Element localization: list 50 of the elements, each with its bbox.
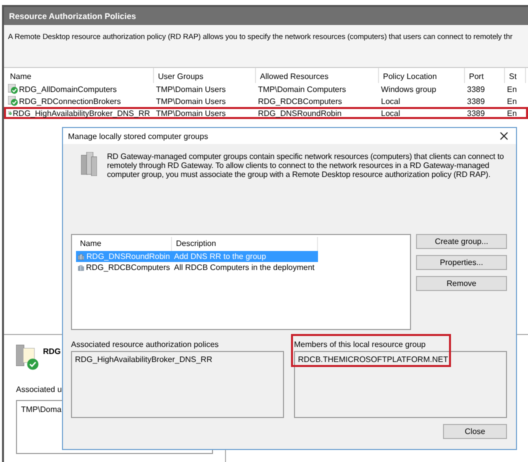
column-header[interactable]: Allowed Resources [256,68,379,83]
table-cell: En [507,96,517,106]
dialog-title: Manage locally stored computer groups [68,132,208,140]
list-item: RDG_HighAvailabilityBroker_DNS_RR [75,355,214,364]
table-cell: TMP\Domain Users [156,96,226,106]
table-cell: Local [381,108,400,118]
dialog-message: RD Gateway-managed computer groups contain specific network resources (computers) that clients can connect to remotely through RD Gateway. To allow clients to connect to the network resources in a RD Gateway-managed computer group, you must associate the group with a Remote Desktop resource authorization policy (RD RAP). [107,152,505,181]
policy-check-icon [8,84,18,94]
policy-check-icon [8,96,18,106]
members-label: Members of this local resource group [294,340,427,349]
associated-label: Associated u [16,385,63,394]
column-header[interactable]: Port [465,68,505,83]
list-item: RDCB.THEMICROSOFTPLATFORM.NET [298,355,450,364]
table-cell: Windows group [381,84,436,94]
server-policy-icon [16,343,40,371]
column-header[interactable]: St [505,68,526,83]
table-cell: Local [381,96,400,106]
table-cell: 3389 [467,96,485,106]
group-name[interactable]: RDG_RDCBComputers [86,263,170,272]
table-cell: RDG_DNSRoundRobin [258,108,342,118]
policy-row[interactable]: RDG_RDConnectionBrokers TMP\Domain Users RDG_RDCBComputers Local 3389 En [4,95,528,107]
window-title: Resource Authorization Policies [4,7,528,25]
policy-check-icon [8,108,12,118]
policy-row[interactable]: RDG_AllDomainComputers TMP\Domain Users TMP\Domain Computers Windows group 3389 En [4,83,528,95]
table-cell: 3389 [467,84,485,94]
close-button[interactable] [498,130,510,142]
table-cell: RDG_AllDomainComputers [19,84,117,94]
group-description[interactable]: All RDCB Computers in the deployment [174,263,315,272]
servers-icon [81,152,97,176]
table-cell: RDG_RDCBComputers [258,96,342,106]
table-cell: TMP\Domain Users [156,108,226,118]
table-cell: TMP\Domain Computers [258,84,346,94]
close-icon [500,132,508,140]
list-item: TMP\Doma [21,405,62,414]
table-cell: RDG_HighAvailabilityBroker_DNS_RR [12,108,150,118]
table-cell: TMP\Domain Users [156,84,226,94]
table-cell: RDG_RDConnectionBrokers [19,96,121,106]
policy-name: RDG [43,347,61,356]
column-header[interactable]: Name [6,68,154,83]
dialog-button[interactable]: Create group... [416,234,507,249]
associated-policies-label: Associated resource authorization polices [71,340,220,349]
column-header[interactable]: User Groups [154,68,256,83]
close-button[interactable]: Close [443,424,507,439]
dialog-button[interactable]: Remove [416,276,507,291]
highlighted-policy-row[interactable]: RDG_HighAvailabilityBroker_DNS_RR TMP\Domain Users RDG_DNSRoundRobin Local 3389 En [4,107,528,119]
dialog-button[interactable]: Properties... [416,255,507,270]
table-cell: En [507,108,517,118]
column-header[interactable]: Policy Location [379,68,465,83]
table-cell: 3389 [467,108,485,118]
table-cell: En [507,84,517,94]
